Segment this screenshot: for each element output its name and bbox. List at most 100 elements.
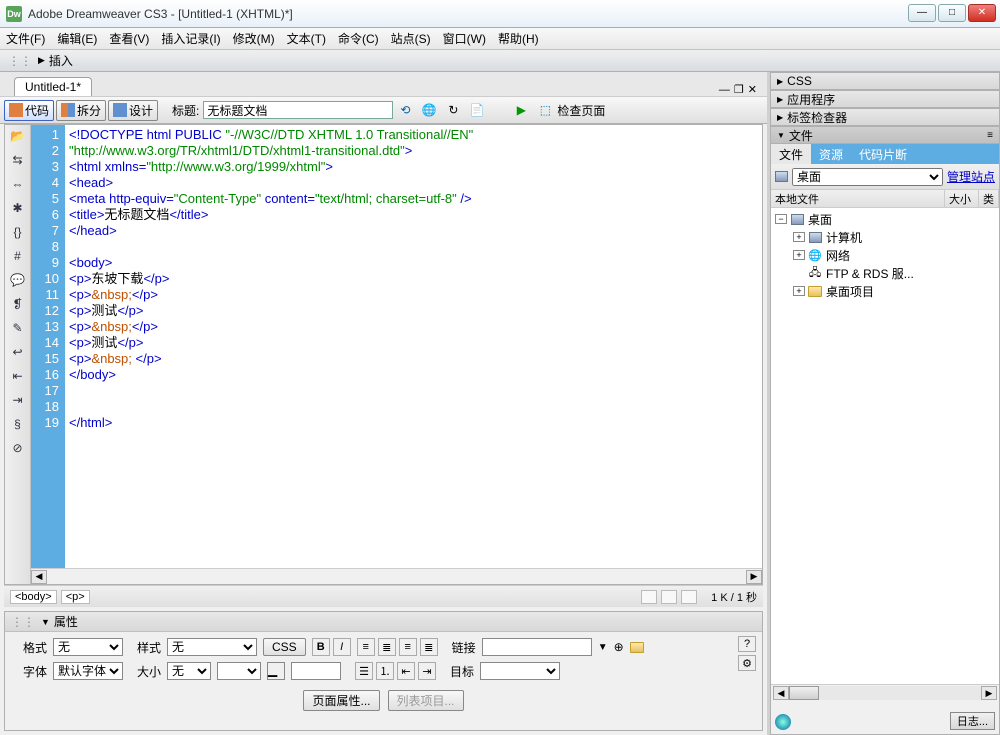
files-panel-header[interactable]: ▼文件 ≡: [770, 126, 1000, 144]
quick-tag-icon[interactable]: ⚙: [738, 655, 756, 671]
scroll-right-button[interactable]: ▶: [746, 570, 762, 584]
vt-highlight-icon[interactable]: 💬: [9, 271, 27, 289]
log-button[interactable]: 日志...: [950, 712, 995, 730]
files-tab[interactable]: 代码片断: [851, 144, 915, 164]
minimize-button[interactable]: —: [908, 4, 936, 22]
indent-button[interactable]: ⇥: [418, 662, 436, 680]
menu-item[interactable]: 修改(M): [233, 30, 275, 47]
ordered-list-button[interactable]: ⒈: [376, 662, 394, 680]
code-editor[interactable]: <!DOCTYPE html PUBLIC "-//W3C//DTD XHTML…: [65, 125, 762, 568]
scroll-track[interactable]: [819, 686, 981, 700]
vt-balance-icon[interactable]: {}: [9, 223, 27, 241]
menu-item[interactable]: 帮助(H): [498, 30, 539, 47]
menu-item[interactable]: 插入记录(I): [161, 30, 220, 47]
align-center-button[interactable]: ≣: [378, 638, 396, 656]
tree-toggle-icon[interactable]: −: [775, 214, 787, 224]
tree-toggle-icon[interactable]: +: [793, 232, 805, 242]
vt-select-parent-icon[interactable]: ✱: [9, 199, 27, 217]
menu-item[interactable]: 文件(F): [6, 30, 45, 47]
menu-item[interactable]: 站点(S): [391, 30, 431, 47]
menu-item[interactable]: 命令(C): [338, 30, 379, 47]
align-right-button[interactable]: ≡: [399, 638, 417, 656]
tree-row[interactable]: +🌐网络: [773, 246, 997, 264]
vt-comment-icon[interactable]: ⊘: [9, 439, 27, 457]
page-title-input[interactable]: [203, 101, 393, 119]
vt-indent-left-icon[interactable]: ⇤: [9, 367, 27, 385]
panel-menu-icon[interactable]: ≡: [987, 130, 993, 141]
vt-indent-right-icon[interactable]: ⇥: [9, 391, 27, 409]
align-left-button[interactable]: ≡: [357, 638, 375, 656]
style-select[interactable]: 无: [167, 638, 257, 656]
scroll-left-button[interactable]: ◀: [31, 570, 47, 584]
file-mgmt-icon[interactable]: 📄: [468, 101, 486, 119]
tree-row[interactable]: 🖧FTP & RDS 服...: [773, 264, 997, 282]
tree-toggle-icon[interactable]: +: [793, 286, 805, 296]
scroll-thumb[interactable]: [789, 686, 819, 700]
app-panel-header[interactable]: ▶应用程序: [770, 90, 1000, 108]
vt-expand-icon[interactable]: ⇔: [9, 175, 27, 193]
page-properties-button[interactable]: 页面属性...: [303, 690, 379, 711]
tree-row[interactable]: −桌面: [773, 210, 997, 228]
italic-button[interactable]: I: [333, 638, 351, 656]
vt-open-icon[interactable]: 📂: [9, 127, 27, 145]
files-horizontal-scrollbar[interactable]: ◀ ▶: [771, 685, 999, 701]
maximize-button[interactable]: □: [938, 4, 966, 22]
list-item-button[interactable]: 列表项目...: [388, 690, 464, 711]
link-dropdown-icon[interactable]: ▼: [598, 642, 608, 653]
files-tree[interactable]: −桌面+计算机+🌐网络🖧FTP & RDS 服...+桌面项目: [771, 208, 999, 684]
vt-line-num-icon[interactable]: #: [9, 247, 27, 265]
horizontal-scrollbar[interactable]: ◀ ▶: [31, 568, 762, 584]
size-select[interactable]: 无: [167, 662, 211, 680]
target-select[interactable]: [480, 662, 560, 680]
check-page-icon[interactable]: ⬚: [536, 101, 554, 119]
split-view-button[interactable]: 拆分: [56, 100, 106, 121]
scroll-right-button[interactable]: ▶: [981, 686, 997, 700]
vt-word-wrap-icon[interactable]: ↩: [9, 343, 27, 361]
menu-item[interactable]: 编辑(E): [57, 30, 97, 47]
insert-bar[interactable]: ⋮⋮ ▶ 插入: [0, 50, 1000, 72]
collapse-icon[interactable]: ▼: [41, 617, 50, 627]
scroll-left-button[interactable]: ◀: [773, 686, 789, 700]
browse-folder-icon[interactable]: [630, 642, 644, 653]
format-select[interactable]: 无: [53, 638, 123, 656]
hand-tool-icon[interactable]: [661, 590, 677, 604]
bold-button[interactable]: B: [312, 638, 330, 656]
manage-sites-link[interactable]: 管理站点: [947, 168, 995, 185]
menu-item[interactable]: 文本(T): [287, 30, 326, 47]
check-page-label[interactable]: 检查页面: [557, 102, 605, 119]
vt-format-icon[interactable]: §: [9, 415, 27, 433]
refresh-icon[interactable]: ↻: [444, 101, 462, 119]
tree-row[interactable]: +桌面项目: [773, 282, 997, 300]
code-view-button[interactable]: 代码: [4, 100, 54, 121]
text-color-button[interactable]: ▁: [267, 662, 285, 680]
vt-collapse-icon[interactable]: ⇆: [9, 151, 27, 169]
unordered-list-button[interactable]: ☰: [355, 662, 373, 680]
properties-header[interactable]: ⋮⋮ ▼ 属性: [5, 612, 762, 632]
tree-toggle-icon[interactable]: +: [793, 250, 805, 260]
select-tool-icon[interactable]: [641, 590, 657, 604]
validate-icon[interactable]: ▶: [512, 101, 530, 119]
site-selector[interactable]: 桌面: [792, 168, 943, 186]
tag-selector-p[interactable]: <p>: [61, 590, 90, 604]
toolbar-icon-1[interactable]: ⟲: [396, 101, 414, 119]
collapse-icon[interactable]: ▶: [38, 55, 45, 66]
outdent-button[interactable]: ⇤: [397, 662, 415, 680]
design-view-button[interactable]: 设计: [108, 100, 158, 121]
menu-item[interactable]: 窗口(W): [443, 30, 486, 47]
size-unit-select[interactable]: [217, 662, 261, 680]
tag-selector-body[interactable]: <body>: [10, 590, 57, 604]
doc-restore-button[interactable]: ❐: [734, 83, 744, 96]
browser-preview-icon[interactable]: 🌐: [420, 101, 438, 119]
css-panel-header[interactable]: ▶CSS: [770, 72, 1000, 90]
css-button[interactable]: CSS: [263, 638, 306, 656]
doc-minimize-button[interactable]: —: [719, 84, 730, 96]
vt-syntax-icon[interactable]: ❡: [9, 295, 27, 313]
col-size[interactable]: 大小: [945, 190, 979, 207]
menu-item[interactable]: 查看(V): [109, 30, 149, 47]
zoom-tool-icon[interactable]: [681, 590, 697, 604]
col-local-files[interactable]: 本地文件: [771, 190, 945, 207]
close-button[interactable]: ✕: [968, 4, 996, 22]
text-color-input[interactable]: [291, 662, 341, 680]
files-tab[interactable]: 资源: [811, 144, 851, 164]
connect-icon[interactable]: [775, 714, 791, 730]
